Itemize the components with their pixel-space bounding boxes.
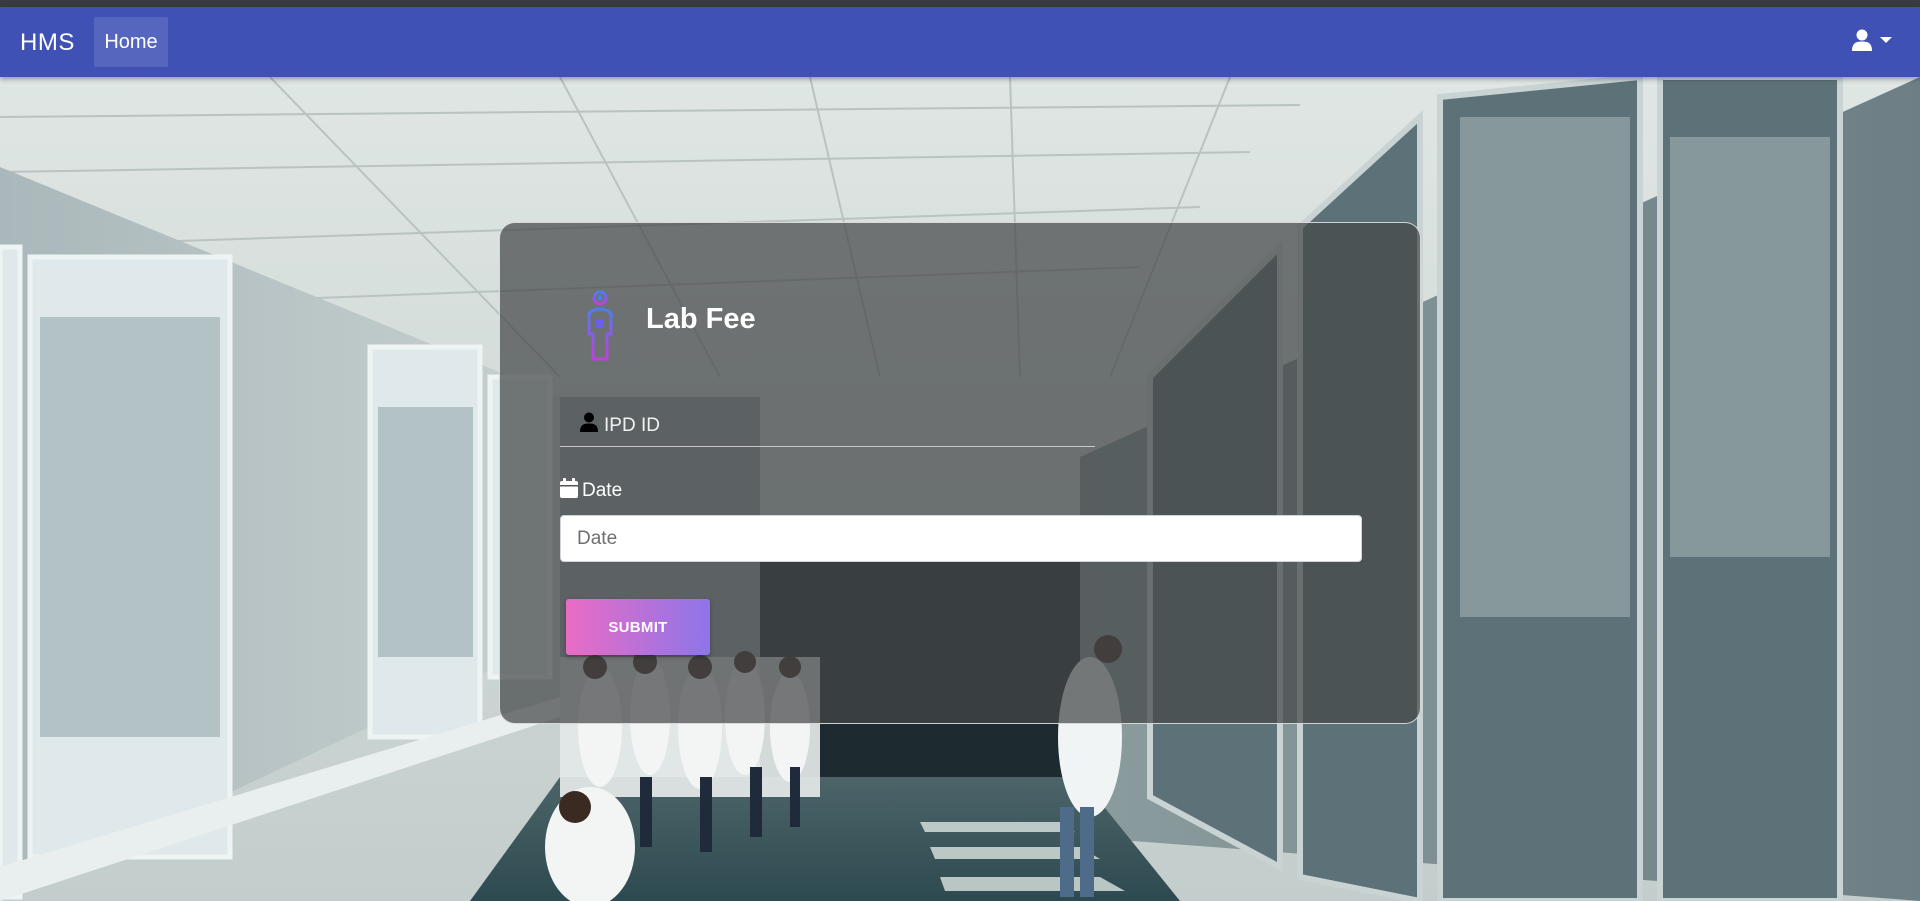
ipd-id-input[interactable] <box>602 410 1086 442</box>
lab-fee-form-card: Lab Fee Date SUBMIT <box>499 222 1421 724</box>
nav-home-link[interactable]: Home <box>94 17 168 67</box>
calendar-icon <box>560 478 578 503</box>
user-icon <box>580 412 598 437</box>
caret-down-icon <box>1880 36 1892 44</box>
form-title: Lab Fee <box>646 303 756 335</box>
date-input[interactable] <box>560 515 1362 562</box>
date-label: Date <box>582 479 623 501</box>
user-icon <box>1852 29 1872 51</box>
submit-button[interactable]: SUBMIT <box>566 599 710 655</box>
user-menu-button[interactable] <box>1852 29 1892 51</box>
date-label-group: Date <box>560 478 622 503</box>
human-body-icon <box>580 289 620 366</box>
top-navbar: HMS Home <box>0 7 1920 77</box>
brand-logo-text[interactable]: HMS <box>20 29 75 57</box>
browser-top-strip <box>0 0 1920 7</box>
ipd-id-field-group <box>560 405 1095 447</box>
